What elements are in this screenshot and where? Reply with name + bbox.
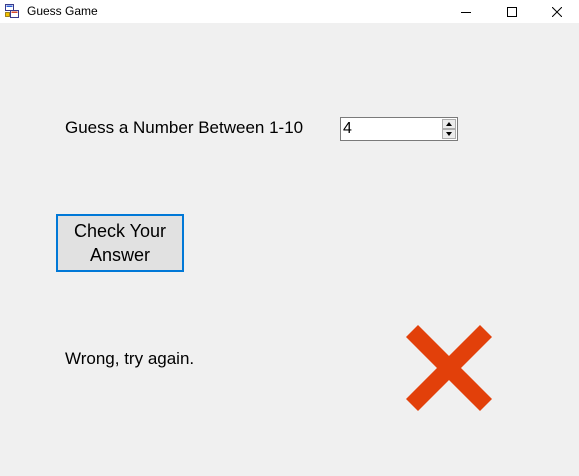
check-answer-label: Check Your Answer bbox=[73, 221, 167, 265]
result-message: Wrong, try again. bbox=[65, 349, 195, 368]
chevron-down-icon bbox=[446, 132, 452, 136]
app-icon bbox=[5, 4, 19, 18]
guess-game-window: Guess Game Guess a Number Between 1-10 4 bbox=[0, 0, 579, 476]
spinner-up-button[interactable] bbox=[442, 119, 456, 129]
guess-prompt-label: Guess a Number Between 1-10 bbox=[65, 118, 304, 137]
title-bar[interactable]: Guess Game bbox=[0, 0, 579, 23]
number-spinner[interactable] bbox=[442, 119, 456, 139]
check-answer-button[interactable]: Check Your Answer bbox=[56, 214, 184, 272]
minimize-button[interactable] bbox=[443, 0, 489, 23]
window-title: Guess Game bbox=[27, 4, 98, 18]
close-button[interactable] bbox=[534, 0, 579, 23]
spinner-down-button[interactable] bbox=[442, 129, 456, 139]
red-x-icon bbox=[405, 324, 493, 412]
maximize-icon bbox=[507, 6, 517, 17]
chevron-up-icon bbox=[446, 122, 452, 126]
close-icon bbox=[552, 6, 562, 17]
guess-value[interactable]: 4 bbox=[343, 120, 352, 138]
minimize-icon bbox=[461, 11, 471, 13]
guess-number-input[interactable]: 4 bbox=[340, 117, 458, 141]
maximize-button[interactable] bbox=[489, 0, 535, 23]
